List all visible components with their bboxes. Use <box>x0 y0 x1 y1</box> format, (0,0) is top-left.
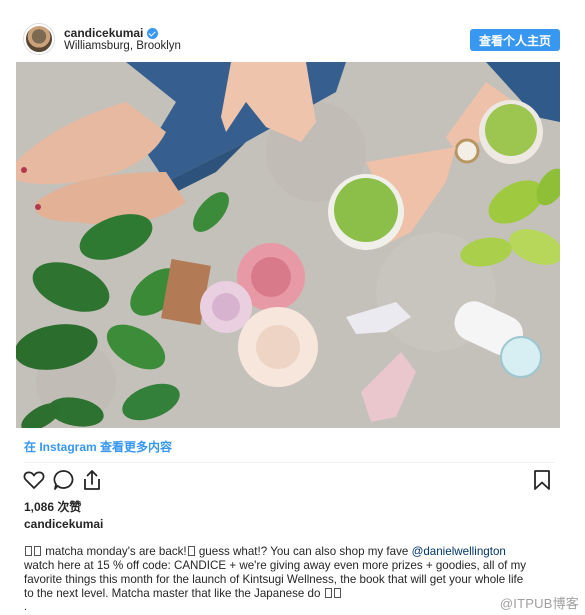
caption-text: matcha monday's are back! <box>42 545 187 558</box>
photo-illustration <box>16 62 560 428</box>
caption-text: guess what!? You can also shop my fave <box>195 545 412 558</box>
post-header: candicekumai Williamsburg, Brooklyn 查看个人… <box>16 24 568 56</box>
avatar[interactable] <box>24 24 54 54</box>
emoji-placeholder-icon <box>333 588 341 598</box>
view-profile-button[interactable]: 查看个人主页 <box>470 29 560 51</box>
view-more-on-instagram-link[interactable]: 在 Instagram 查看更多内容 <box>24 438 172 455</box>
caption-text: watch here at 15 % off code: CANDICE + w… <box>24 559 527 572</box>
post-photo[interactable] <box>16 62 560 428</box>
like-count[interactable]: 1,086 次赞 <box>24 498 81 515</box>
emoji-placeholder-icon <box>25 546 32 556</box>
bookmark-icon[interactable] <box>530 468 554 492</box>
emoji-placeholder-icon <box>324 588 332 598</box>
emoji-placeholder-icon <box>34 546 41 556</box>
comment-icon[interactable] <box>52 468 76 492</box>
emoji-placeholder-icon <box>187 546 195 556</box>
post-caption: matcha monday's are back! guess what!? Y… <box>24 545 564 601</box>
caption-text: to the next level. Matcha master that li… <box>24 587 324 600</box>
username-row: candicekumai <box>64 26 159 40</box>
username-link[interactable]: candicekumai <box>64 26 143 40</box>
divider <box>24 462 554 463</box>
verified-badge-icon <box>147 27 159 39</box>
caption-author[interactable]: candicekumai <box>24 517 103 531</box>
watermark: @ITPUB博客 <box>499 596 579 611</box>
heart-icon[interactable] <box>22 468 46 492</box>
mention-link[interactable]: @danielwellington <box>412 545 506 558</box>
share-icon[interactable] <box>80 468 104 492</box>
location-link[interactable]: Williamsburg, Brooklyn <box>64 40 181 52</box>
caption-trailing-dot: . <box>24 601 28 613</box>
action-bar <box>22 468 554 494</box>
instagram-post-card: candicekumai Williamsburg, Brooklyn 查看个人… <box>0 0 585 615</box>
caption-text: favorite things this month for the launc… <box>24 573 524 586</box>
